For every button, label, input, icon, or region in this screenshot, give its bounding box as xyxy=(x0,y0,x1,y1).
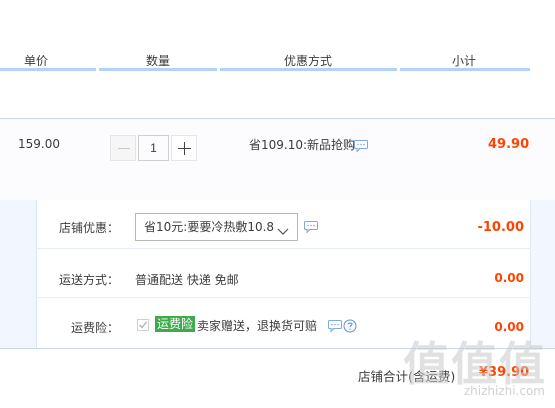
shop-discount-row: 店铺优惠： 省10元:要要冷热敷10.8 -10.00 xyxy=(37,200,531,249)
shipping-insurance-label: 运费险： xyxy=(71,321,120,335)
unit-price: 159.00 xyxy=(18,137,60,151)
header-divider xyxy=(0,68,96,71)
header-divider xyxy=(99,68,217,71)
comment-bubble-icon[interactable] xyxy=(354,140,368,155)
header-divider xyxy=(220,68,397,71)
comment-bubble-icon[interactable] xyxy=(328,320,342,335)
checkmark-icon[interactable] xyxy=(137,319,149,331)
quantity-input[interactable]: 1 xyxy=(138,135,169,161)
cart-item-row: 159.00 1 省109.10:新品抢购 49.90 xyxy=(0,118,555,200)
shipping-method-label: 运送方式： xyxy=(59,273,120,287)
item-subtotal: 49.90 xyxy=(488,137,530,152)
comment-bubble-icon[interactable] xyxy=(304,221,318,236)
insurance-tag: 运费险 xyxy=(155,316,196,332)
header-quantity: 数量 xyxy=(146,54,171,68)
shop-options-panel: 店铺优惠： 省10元:要要冷热敷10.8 -10.00 运送方式： 普通配送 快… xyxy=(36,200,531,348)
order-table-header: 单价 数量 优惠方式 小计 xyxy=(0,0,555,74)
watermark-url: zhizhizhi.com xyxy=(463,384,545,398)
shop-discount-label: 店铺优惠： xyxy=(59,221,120,235)
shipping-fee: 0.00 xyxy=(494,271,524,285)
header-unit-price: 单价 xyxy=(24,54,49,68)
insurance-description: 卖家赠送，退换货可赔 xyxy=(197,319,318,333)
promotion-text: 省109.10:新品抢购 xyxy=(249,138,356,152)
shop-discount-amount: -10.00 xyxy=(477,220,524,235)
shipping-method-row: 运送方式： 普通配送 快递 免邮 0.00 xyxy=(37,249,531,298)
shop-options-section: 店铺优惠： 省10元:要要冷热敷10.8 -10.00 运送方式： 普通配送 快… xyxy=(0,200,555,348)
quantity-stepper: 1 xyxy=(110,135,197,161)
header-divider xyxy=(400,68,530,71)
chevron-down-icon xyxy=(277,220,289,246)
shop-discount-selected-value: 省10元:要要冷热敷10.8 xyxy=(144,220,275,234)
header-subtotal: 小计 xyxy=(452,54,477,68)
shipping-method-value: 普通配送 快递 免邮 xyxy=(135,273,239,287)
shop-discount-select[interactable]: 省10元:要要冷热敷10.8 xyxy=(135,213,298,241)
decrease-quantity-button[interactable] xyxy=(110,135,136,161)
help-question-icon[interactable] xyxy=(343,319,357,336)
increase-quantity-button[interactable] xyxy=(171,135,197,161)
header-promotion: 优惠方式 xyxy=(284,54,333,68)
